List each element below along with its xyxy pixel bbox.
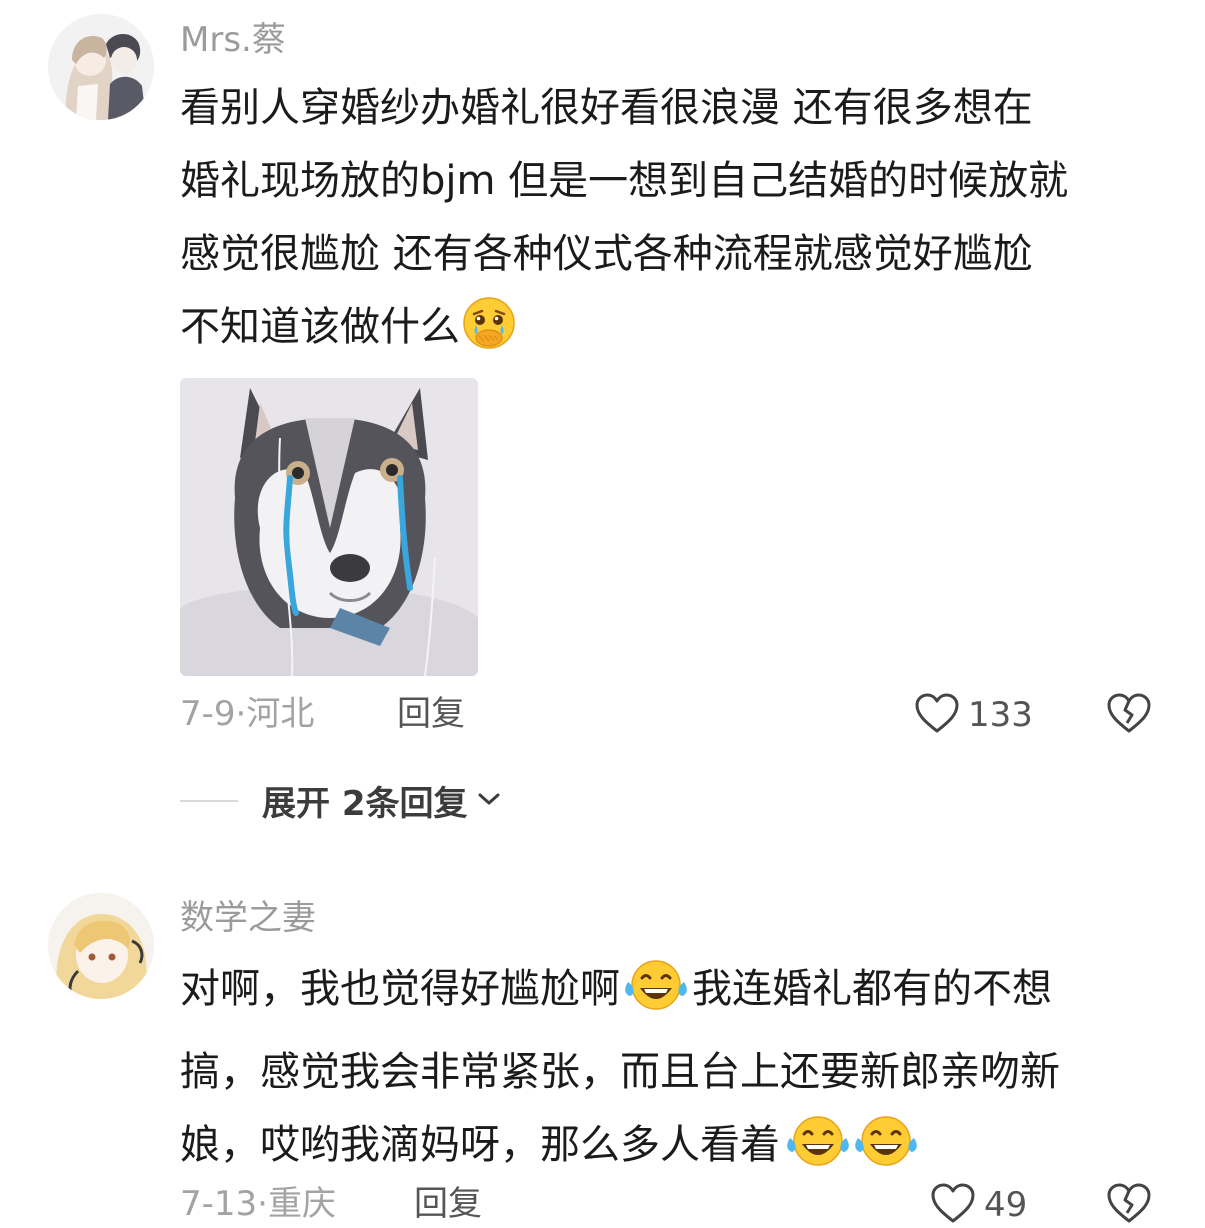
comment-line: 不知道该做什么 xyxy=(180,291,1170,374)
avatar-couple-illustration xyxy=(48,14,154,120)
broken-heart-icon[interactable] xyxy=(1106,692,1152,738)
comment-line-text: 我连婚礼都有的不想 xyxy=(692,966,1052,1012)
avatar[interactable] xyxy=(48,893,154,999)
chevron-down-icon xyxy=(476,790,502,812)
tears-of-joy-icon xyxy=(786,1114,850,1192)
comment-line: 搞，感觉我会非常紧张，而且台上还要新郎亲吻新 xyxy=(180,1049,1060,1095)
tears-of-joy-icon xyxy=(624,958,688,1036)
heart-icon xyxy=(914,692,960,738)
comment-text: 看别人穿婚纱办婚礼很好看很浪漫 还有很多想在 婚礼现场放的bjm 但是一想到自己… xyxy=(180,72,1170,374)
crying-face-hand-over-mouth-icon xyxy=(462,296,516,374)
like-count: 133 xyxy=(968,695,1033,735)
comment-line: 婚礼现场放的bjm 但是一想到自己结婚的时候放就 xyxy=(180,158,1069,204)
comment-line-text: 对啊，我也觉得好尴尬啊 xyxy=(180,966,620,1012)
comment-date-location: 7-9·河北 xyxy=(180,694,315,734)
reply-button[interactable]: 回复 xyxy=(397,694,465,734)
username[interactable]: 数学之妻 xyxy=(180,898,316,938)
broken-heart-icon[interactable] xyxy=(1106,1182,1152,1228)
heart-icon xyxy=(930,1182,976,1228)
like-button[interactable]: 133 xyxy=(914,692,1033,738)
comment-image[interactable] xyxy=(180,378,478,676)
avatar-anime-girl xyxy=(48,893,154,999)
expand-replies-label: 展开 2条回复 xyxy=(262,784,468,824)
reply-button[interactable]: 回复 xyxy=(414,1184,482,1224)
like-button[interactable]: 49 xyxy=(930,1182,1027,1228)
expand-replies-button[interactable]: 展开 2条回复 xyxy=(180,776,502,825)
comment-line: 娘，哎哟我滴妈呀，那么多人看着 xyxy=(180,1109,1170,1192)
comment-line: 对啊，我也觉得好尴尬啊 我连婚礼都有的不想 xyxy=(180,953,1170,1036)
comment-date-location: 7-13·重庆 xyxy=(180,1184,336,1224)
comment-line-text: 娘，哎哟我滴妈呀，那么多人看着 xyxy=(180,1122,780,1168)
tears-of-joy-icon xyxy=(854,1114,918,1192)
avatar[interactable] xyxy=(48,14,154,120)
comment-line-text: 不知道该做什么 xyxy=(180,304,460,350)
comment-text: 对啊，我也觉得好尴尬啊 我连婚礼都有的不想 搞，感觉我会非常紧张，而且台上还要新… xyxy=(180,953,1170,1192)
divider-line xyxy=(180,799,238,802)
comment-line: 感觉很尴尬 还有各种仪式各种流程就感觉好尴尬 xyxy=(180,231,1033,277)
username[interactable]: Mrs.蔡 xyxy=(180,20,286,60)
comment-line: 看别人穿婚纱办婚礼很好看很浪漫 还有很多想在 xyxy=(180,85,1033,131)
like-count: 49 xyxy=(984,1185,1028,1225)
crying-husky-meme xyxy=(180,378,478,676)
